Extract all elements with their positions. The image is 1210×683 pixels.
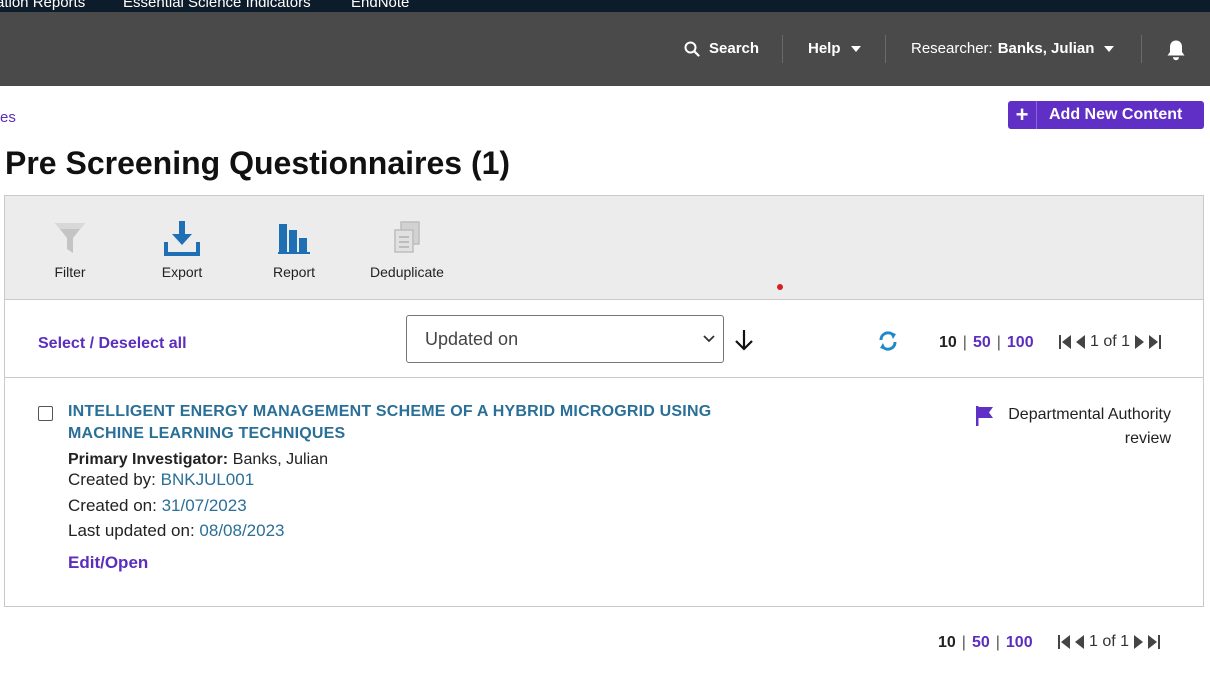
report-label: Report [272, 264, 316, 280]
flag-icon [976, 406, 993, 426]
header-search[interactable]: Search [684, 40, 759, 57]
header-divider [885, 35, 886, 63]
researcher-prefix: Researcher: [911, 40, 993, 57]
bell-icon [1167, 40, 1185, 61]
sort-direction-arrow-icon[interactable] [733, 328, 755, 352]
researcher-menu[interactable]: Researcher: Banks, Julian [911, 40, 1115, 57]
top-nav-strip: ation Reports Essential Science Indicato… [0, 0, 1210, 12]
sort-select[interactable]: Updated on [406, 315, 724, 363]
previous-page-icon[interactable] [1074, 334, 1086, 350]
add-new-content-label: Add New Content [1049, 106, 1183, 123]
pi-value: Banks, Julian [232, 451, 328, 468]
page-info: 1 of 1 [1089, 633, 1130, 650]
filter-icon [55, 223, 85, 253]
created-by-value[interactable]: BNKJUL001 [161, 470, 255, 489]
page-size-50[interactable]: 50 [972, 634, 990, 652]
last-page-icon[interactable] [1148, 334, 1162, 350]
first-page-icon[interactable] [1057, 634, 1071, 650]
add-new-content-button[interactable]: + Add New Content [1008, 101, 1204, 129]
created-on: Created on: 31/07/2023 [68, 496, 247, 516]
page-title: Pre Screening Questionnaires (1) [5, 145, 511, 181]
created-by: Created by: BNKJUL001 [68, 470, 254, 490]
last-updated-label: Last updated on: [68, 521, 195, 540]
download-icon [164, 221, 200, 256]
report-button[interactable]: Report [249, 220, 339, 280]
export-button[interactable]: Export [137, 220, 227, 280]
page-size-10[interactable]: 10 [939, 334, 957, 352]
created-on-label: Created on: [68, 496, 157, 515]
chevron-down-icon [1104, 45, 1115, 52]
primary-investigator: Primary Investigator: Banks, Julian [68, 449, 328, 469]
pi-label: Primary Investigator: [68, 451, 229, 468]
page-size-100[interactable]: 100 [1006, 634, 1033, 652]
sort-select-value: Updated on [425, 328, 519, 349]
search-icon [684, 41, 700, 57]
record-title-link[interactable]: INTELLIGENT ENERGY MANAGEMENT SCHEME OF … [68, 401, 748, 445]
record-checkbox[interactable] [38, 406, 53, 421]
topnav-link-esi[interactable]: Essential Science Indicators [123, 0, 311, 11]
page-size-selector: 10 | 50 | 100 [938, 634, 1033, 652]
previous-page-icon[interactable] [1073, 634, 1085, 650]
export-label: Export [161, 264, 203, 280]
researcher-name: Banks, Julian [997, 40, 1095, 57]
header-divider [1141, 35, 1142, 63]
deduplicate-label: Deduplicate [370, 264, 444, 280]
page-size-selector: 10 | 50 | 100 [939, 334, 1034, 352]
page-navigation: 1 of 1 [1057, 633, 1161, 651]
help-label: Help [808, 40, 841, 57]
breadcrumb[interactable]: es [0, 109, 16, 126]
search-label: Search [709, 40, 760, 57]
notifications-button[interactable] [1166, 39, 1186, 61]
page-info: 1 of 1 [1090, 333, 1131, 350]
next-page-icon[interactable] [1133, 634, 1145, 650]
help-menu[interactable]: Help [808, 40, 861, 57]
filter-button[interactable]: Filter [25, 220, 115, 280]
refresh-icon[interactable] [877, 330, 899, 352]
filter-label: Filter [54, 264, 86, 280]
first-page-icon[interactable] [1058, 334, 1072, 350]
topnav-link-reports[interactable]: ation Reports [0, 0, 85, 11]
list-item: INTELLIGENT ENERGY MANAGEMENT SCHEME OF … [5, 379, 1203, 606]
plus-icon: + [1008, 101, 1037, 129]
sort-bar: Select / Deselect all Updated on 10 | 50… [5, 300, 1203, 378]
next-page-icon[interactable] [1134, 334, 1146, 350]
results-panel: Filter Export Report Deduplicate Select … [4, 195, 1204, 607]
bar-chart-icon [278, 224, 310, 254]
created-by-label: Created by: [68, 470, 156, 489]
indicator-dot [777, 284, 783, 290]
page-size-50[interactable]: 50 [973, 334, 991, 352]
deduplicate-button[interactable]: Deduplicate [362, 220, 452, 280]
last-page-icon[interactable] [1147, 634, 1161, 650]
status-badge: Departmental Authority review [973, 403, 1171, 451]
chevron-down-icon [850, 45, 861, 52]
status-text: Departmental Authority review [1008, 406, 1171, 447]
created-on-value: 31/07/2023 [161, 496, 247, 515]
chevron-down-icon [703, 335, 715, 343]
header-divider [782, 35, 783, 63]
last-updated-value: 08/08/2023 [199, 521, 285, 540]
edit-open-link[interactable]: Edit/Open [68, 553, 148, 573]
toolbar: Filter Export Report Deduplicate [5, 196, 1203, 300]
app-header: Search Help Researcher: Banks, Julian [0, 12, 1210, 86]
page-size-100[interactable]: 100 [1007, 334, 1034, 352]
duplicate-icon [394, 221, 420, 253]
last-updated: Last updated on: 08/08/2023 [68, 521, 285, 541]
select-deselect-all-link[interactable]: Select / Deselect all [38, 335, 187, 353]
page-size-10[interactable]: 10 [938, 634, 956, 652]
topnav-link-endnote[interactable]: EndNote [351, 0, 409, 11]
page-navigation: 1 of 1 [1058, 333, 1162, 351]
